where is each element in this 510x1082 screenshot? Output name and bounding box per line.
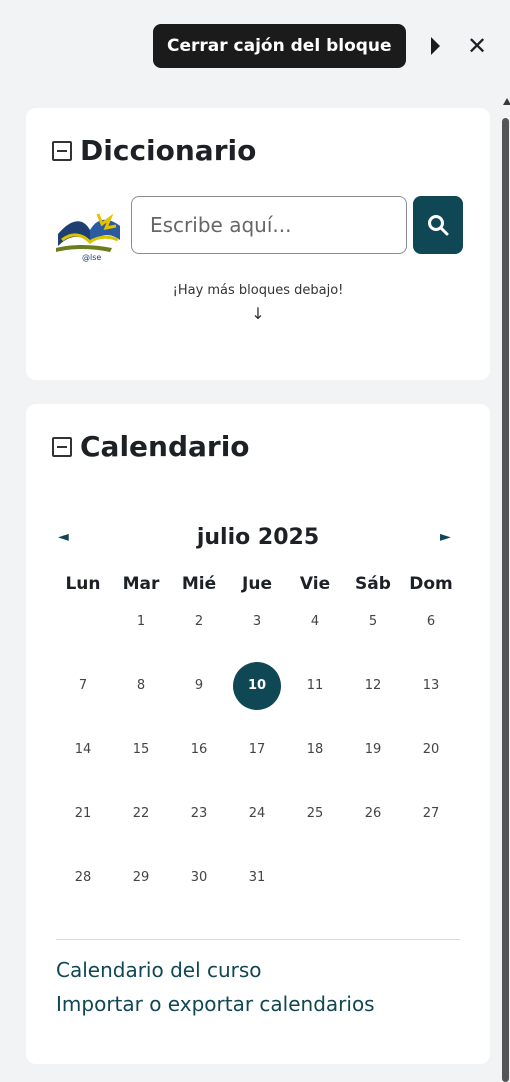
calendar-day[interactable]: 31: [228, 856, 286, 900]
calendar-day[interactable]: 2: [170, 600, 228, 644]
course-calendar-link[interactable]: Calendario del curso: [56, 958, 262, 982]
calendar-day[interactable]: 7: [54, 664, 112, 708]
calendar-day[interactable]: 9: [170, 664, 228, 708]
close-drawer-tooltip: Cerrar cajón del bloque: [153, 24, 406, 68]
calendar-day[interactable]: 4: [286, 600, 344, 644]
collapse-icon[interactable]: [52, 140, 72, 161]
close-drawer-button[interactable]: ✕: [462, 30, 492, 62]
calendar-day[interactable]: 22: [112, 792, 170, 836]
calendar-day[interactable]: 24: [228, 792, 286, 836]
dictionary-title: Diccionario: [52, 134, 256, 167]
calendar-day[interactable]: 28: [54, 856, 112, 900]
weekday-header: Mié: [181, 574, 217, 594]
calendar-month-label: julio 2025: [196, 525, 320, 550]
calendar-day[interactable]: 29: [112, 856, 170, 900]
calendar-day[interactable]: 20: [402, 728, 460, 772]
calendar-block: Calendario ◄ julio 2025 ► Lun Mar Mié Jue Vi…: [26, 404, 490, 1064]
calendar-day[interactable]: 25: [286, 792, 344, 836]
svg-text:@lse: @lse: [82, 253, 101, 262]
calendar-day[interactable]: 12: [344, 664, 402, 708]
scrollbar-thumb[interactable]: [502, 118, 509, 1082]
calendar-day[interactable]: 6: [402, 600, 460, 644]
calendar-day[interactable]: 23: [170, 792, 228, 836]
calendar-day[interactable]: 14: [54, 728, 112, 772]
calendar-day[interactable]: 27: [402, 792, 460, 836]
dictionary-block: Diccionario @lse ¡Hay más bloques debajo…: [26, 108, 490, 380]
calendar-title: Calendario: [52, 430, 250, 463]
book-logo-icon: @lse: [56, 213, 120, 262]
calendar-day[interactable]: 16: [170, 728, 228, 772]
weekday-header: Lun: [65, 574, 101, 594]
calendar-day[interactable]: 18: [286, 728, 344, 772]
calendar-day-today[interactable]: 10: [228, 664, 286, 708]
calendar-day[interactable]: 11: [286, 664, 344, 708]
dictionary-search-input[interactable]: [131, 196, 407, 254]
weekday-header: Vie: [299, 574, 331, 594]
arrow-down-icon: ↓: [251, 304, 265, 323]
calendar-day[interactable]: 21: [54, 792, 112, 836]
calendar-day[interactable]: 3: [228, 600, 286, 644]
next-month-button[interactable]: ►: [440, 529, 451, 545]
tooltip-arrow: [431, 37, 440, 55]
collapse-icon[interactable]: [52, 436, 72, 457]
calendar-divider: [56, 939, 460, 940]
calendar-day[interactable]: 8: [112, 664, 170, 708]
calendar-day[interactable]: 1: [112, 600, 170, 644]
calendar-day[interactable]: 30: [170, 856, 228, 900]
calendar-day[interactable]: 15: [112, 728, 170, 772]
calendar-title-text: Calendario: [80, 430, 250, 463]
calendar-day[interactable]: 26: [344, 792, 402, 836]
scroll-up-arrow-icon[interactable]: [503, 98, 510, 105]
drawer-header: Cerrar cajón del bloque ✕: [0, 0, 510, 92]
calendar-day[interactable]: 5: [344, 600, 402, 644]
dictionary-search-button[interactable]: [413, 196, 463, 254]
weekday-header: Jue: [242, 574, 272, 594]
more-blocks-hint: ¡Hay más bloques debajo!: [172, 283, 344, 298]
calendar-day[interactable]: 19: [344, 728, 402, 772]
calendar-day[interactable]: 13: [402, 664, 460, 708]
import-export-calendars-link[interactable]: Importar o exportar calendarios: [56, 992, 375, 1016]
weekday-header: Dom: [409, 574, 453, 594]
calendar-day[interactable]: 17: [228, 728, 286, 772]
search-icon: [428, 215, 449, 236]
dictionary-title-text: Diccionario: [80, 134, 257, 167]
weekday-header: Sáb: [355, 574, 391, 594]
weekday-header: Mar: [122, 574, 160, 594]
dictionary-logo: @lse: [52, 204, 124, 262]
